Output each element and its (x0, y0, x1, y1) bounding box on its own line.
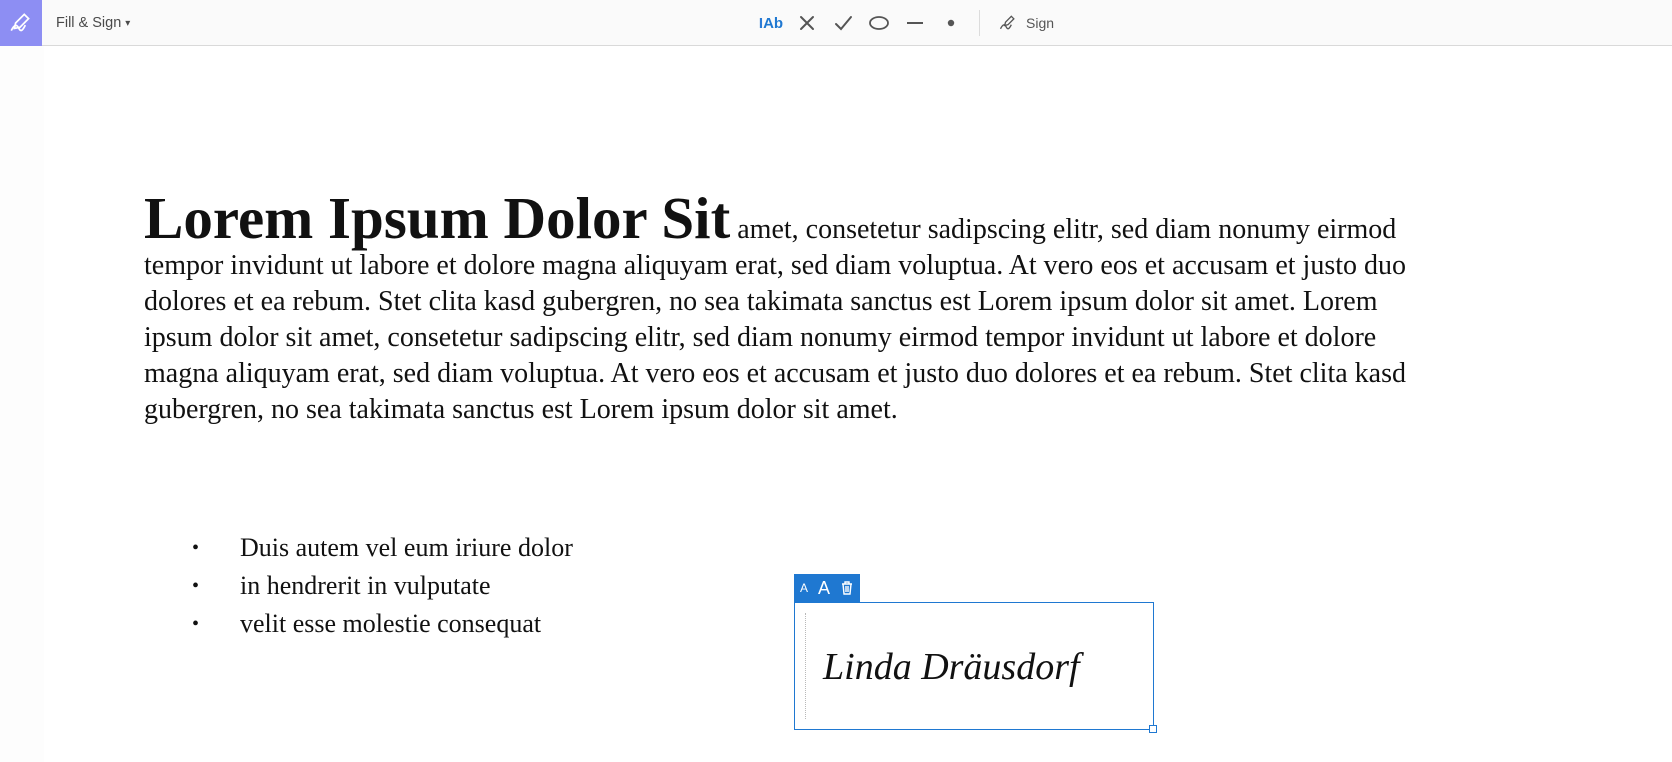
fill-sign-menu-label: Fill & Sign (56, 15, 121, 31)
signature-guide-line (805, 613, 806, 719)
line-tool-button[interactable] (897, 0, 933, 46)
signature-text: Linda Dräusdorf (823, 645, 1080, 689)
signature-size-small-button[interactable]: A (800, 581, 808, 595)
text-tool-label: Ab (763, 15, 783, 32)
signature-size-large-button[interactable]: A (818, 578, 830, 599)
fill-sign-toolbar: Fill & Sign ▾ IAb Sign (0, 0, 1672, 46)
document-page[interactable]: Lorem Ipsum Dolor Sit amet, consetetur s… (44, 46, 1672, 762)
fill-sign-app-icon[interactable] (0, 0, 42, 46)
fill-sign-menu[interactable]: Fill & Sign ▾ (56, 15, 130, 31)
sign-button[interactable]: Sign (990, 0, 1062, 46)
list-item: Duis autem vel eum iriure dolor (192, 530, 573, 568)
list-item: in hendrerit in vulputate (192, 568, 573, 606)
signature-resize-handle[interactable] (1149, 725, 1157, 733)
annotation-tool-group: IAb Sign (753, 0, 1062, 46)
document-paragraph: Lorem Ipsum Dolor Sit amet, consetetur s… (144, 200, 1424, 428)
sign-button-label: Sign (1026, 15, 1054, 31)
check-mark-tool-button[interactable] (825, 0, 861, 46)
signature-edit-toolbar: A A (794, 574, 860, 602)
document-headline: Lorem Ipsum Dolor Sit (144, 185, 730, 251)
document-bullet-list: Duis autem vel eum iriure dolor in hendr… (192, 530, 573, 644)
dot-tool-button[interactable] (933, 0, 969, 46)
cross-mark-tool-button[interactable] (789, 0, 825, 46)
list-item: velit esse molestie consequat (192, 606, 573, 644)
chevron-down-icon: ▾ (125, 18, 130, 29)
oval-tool-button[interactable] (861, 0, 897, 46)
text-tool-button[interactable]: IAb (753, 0, 789, 46)
signature-box[interactable]: Linda Dräusdorf (794, 602, 1154, 730)
signature-delete-button[interactable] (840, 580, 854, 596)
toolbar-separator (979, 10, 980, 36)
